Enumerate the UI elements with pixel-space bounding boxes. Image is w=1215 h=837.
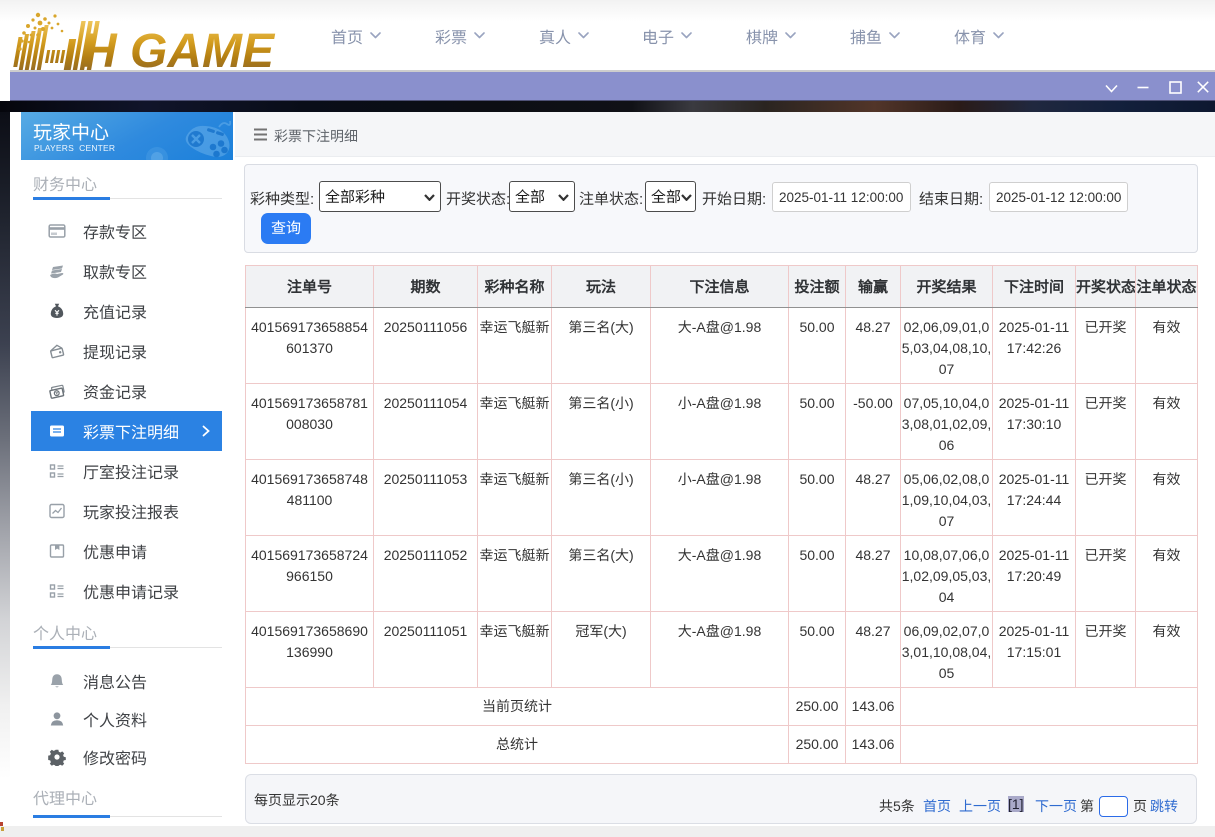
svg-text:H GAME: H GAME [82,25,276,72]
